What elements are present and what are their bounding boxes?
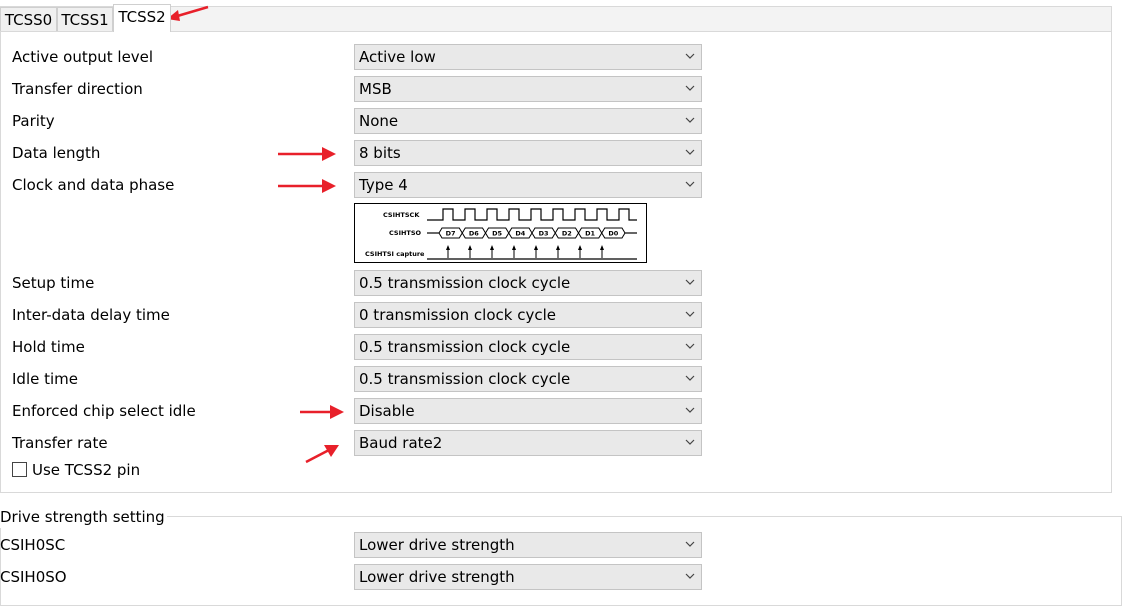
label-enforced-cs-idle: Enforced chip select idle bbox=[12, 402, 196, 420]
select-value: None bbox=[359, 112, 399, 130]
drive-strength-title: Drive strength setting bbox=[0, 506, 167, 528]
select-value: MSB bbox=[359, 80, 392, 98]
chevron-down-icon bbox=[685, 343, 695, 349]
inter-data-delay-select[interactable]: 0 transmission clock cycle bbox=[354, 302, 702, 328]
so-bit-label: D2 bbox=[562, 230, 572, 238]
so-bit-label: D5 bbox=[492, 230, 502, 238]
csih0so-drive-select[interactable]: Lower drive strength bbox=[354, 564, 702, 590]
tab-tcss2[interactable]: TCSS2 bbox=[113, 4, 171, 32]
chevron-down-icon bbox=[685, 375, 695, 381]
label-parity: Parity bbox=[12, 112, 55, 130]
chevron-down-icon bbox=[685, 85, 695, 91]
select-value: 0.5 transmission clock cycle bbox=[359, 274, 571, 292]
chevron-down-icon bbox=[685, 407, 695, 413]
select-value: Lower drive strength bbox=[359, 536, 515, 554]
annotation-arrow-icon bbox=[167, 5, 209, 21]
chevron-down-icon bbox=[685, 181, 695, 187]
capture-arrowhead bbox=[446, 245, 450, 250]
capture-arrowhead bbox=[490, 245, 494, 250]
label-csih0sc: CSIH0SC bbox=[0, 536, 66, 554]
select-value: Baud rate2 bbox=[359, 434, 443, 452]
annotation-arrow-icon bbox=[300, 405, 344, 419]
select-value: 8 bits bbox=[359, 144, 401, 162]
select-value: Active low bbox=[359, 48, 436, 66]
hold-time-select[interactable]: 0.5 transmission clock cycle bbox=[354, 334, 702, 360]
transfer-direction-select[interactable]: MSB bbox=[354, 76, 702, 102]
label-transfer-direction: Transfer direction bbox=[12, 80, 143, 98]
tab-tcss1[interactable]: TCSS1 bbox=[57, 7, 113, 31]
so-bit-label: D0 bbox=[608, 230, 618, 238]
capture-arrowhead bbox=[468, 245, 472, 250]
parity-select[interactable]: None bbox=[354, 108, 702, 134]
label-active-output-level: Active output level bbox=[12, 48, 154, 66]
capture-signal-label: CSIHTSI capture bbox=[365, 250, 425, 258]
chevron-down-icon bbox=[685, 573, 695, 579]
chevron-down-icon bbox=[685, 149, 695, 155]
select-value: Type 4 bbox=[359, 176, 408, 194]
sck-signal-label: CSIHTSCK bbox=[383, 211, 420, 219]
label-transfer-rate: Transfer rate bbox=[12, 434, 108, 452]
capture-arrowhead bbox=[534, 245, 538, 250]
use-tcss2-pin-checkbox[interactable] bbox=[12, 462, 27, 477]
drive-strength-group bbox=[0, 516, 1122, 606]
csih0sc-drive-select[interactable]: Lower drive strength bbox=[354, 532, 702, 558]
so-signal-label: CSIHTSO bbox=[389, 229, 422, 237]
annotation-arrow-icon bbox=[278, 147, 336, 161]
chevron-down-icon bbox=[685, 311, 695, 317]
capture-arrowhead bbox=[600, 245, 604, 250]
label-inter-data-delay: Inter-data delay time bbox=[12, 306, 170, 324]
select-value: 0 transmission clock cycle bbox=[359, 306, 556, 324]
label-idle-time: Idle time bbox=[12, 370, 78, 388]
so-bit-label: D7 bbox=[446, 230, 456, 238]
chevron-down-icon bbox=[685, 53, 695, 59]
data-length-select[interactable]: 8 bits bbox=[354, 140, 702, 166]
select-value: Lower drive strength bbox=[359, 568, 515, 586]
label-setup-time: Setup time bbox=[12, 274, 95, 292]
idle-time-select[interactable]: 0.5 transmission clock cycle bbox=[354, 366, 702, 392]
select-value: 0.5 transmission clock cycle bbox=[359, 338, 571, 356]
enforced-cs-idle-select[interactable]: Disable bbox=[354, 398, 702, 424]
chevron-down-icon bbox=[685, 279, 695, 285]
so-bit-label: D1 bbox=[585, 230, 595, 238]
select-value: 0.5 transmission clock cycle bbox=[359, 370, 571, 388]
sck-waveform bbox=[427, 208, 637, 221]
label-clock-data-phase: Clock and data phase bbox=[12, 176, 175, 194]
so-data-bits: D7 D6 D5 D4 D3 D2 D1 D0 bbox=[438, 227, 626, 258]
active-output-level-select[interactable]: Active low bbox=[354, 44, 702, 70]
clock-phase-timing-diagram: CSIHTSCK CSIHTSO CSIHTSI capture D7 D6 D5 D… bbox=[354, 203, 647, 263]
chevron-down-icon bbox=[685, 439, 695, 445]
so-bit-label: D3 bbox=[539, 230, 549, 238]
annotation-arrow-icon bbox=[278, 179, 336, 193]
annotation-arrow-icon bbox=[305, 445, 339, 464]
label-data-length: Data length bbox=[12, 144, 101, 162]
transfer-rate-select[interactable]: Baud rate2 bbox=[354, 430, 702, 456]
chevron-down-icon bbox=[685, 541, 695, 547]
setup-time-select[interactable]: 0.5 transmission clock cycle bbox=[354, 270, 702, 296]
use-tcss2-pin-label[interactable]: Use TCSS2 pin bbox=[32, 458, 140, 482]
chevron-down-icon bbox=[685, 117, 695, 123]
tab-tcss0[interactable]: TCSS0 bbox=[0, 7, 57, 31]
clock-data-phase-select[interactable]: Type 4 bbox=[354, 172, 702, 198]
capture-arrowhead bbox=[556, 245, 560, 250]
so-bit-label: D4 bbox=[515, 230, 525, 238]
label-hold-time: Hold time bbox=[12, 338, 85, 356]
capture-arrowhead bbox=[578, 245, 582, 250]
select-value: Disable bbox=[359, 402, 415, 420]
so-bit-label: D6 bbox=[469, 230, 479, 238]
capture-arrowhead bbox=[512, 245, 516, 250]
label-csih0so: CSIH0SO bbox=[0, 568, 67, 586]
